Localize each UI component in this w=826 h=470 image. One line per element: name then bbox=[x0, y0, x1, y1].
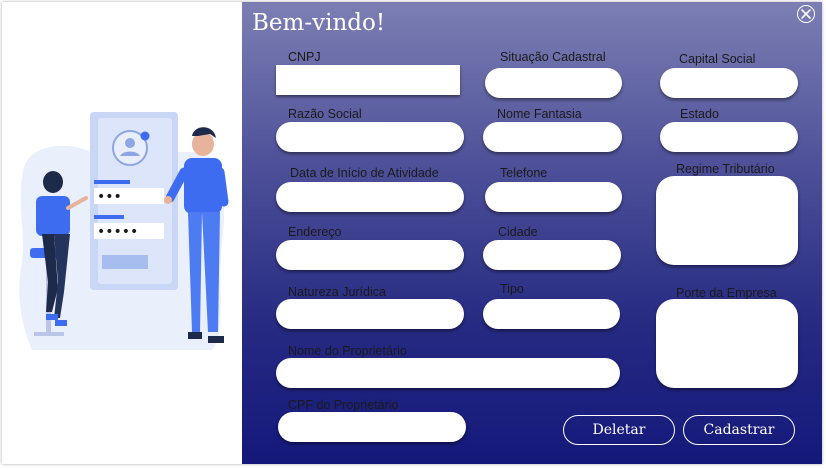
razao-social-label: Razão Social bbox=[288, 107, 362, 121]
estado-label: Estado bbox=[680, 107, 719, 121]
data-inicio-field[interactable] bbox=[276, 182, 464, 212]
cpf-proprietario-field[interactable] bbox=[278, 412, 466, 442]
app-window: ••• ••••• Bem-vindo! CNPJ Razão Social D… bbox=[2, 2, 822, 464]
cnpj-field[interactable] bbox=[276, 65, 460, 95]
telefone-field[interactable] bbox=[485, 182, 622, 212]
password-dots-1: ••• bbox=[97, 189, 122, 205]
endereco-label: Endereço bbox=[288, 225, 342, 239]
endereco-field[interactable] bbox=[276, 240, 464, 270]
estado-field[interactable] bbox=[660, 122, 798, 152]
login-illustration: ••• ••••• bbox=[2, 2, 242, 464]
cpf-proprietario-label: CPF do Proprietário bbox=[288, 398, 399, 412]
page-title: Bem-vindo! bbox=[252, 10, 386, 36]
situacao-cadastral-field[interactable] bbox=[485, 68, 622, 98]
natureza-juridica-label: Natureza Jurídica bbox=[288, 285, 386, 299]
nome-proprietario-field[interactable] bbox=[276, 358, 620, 388]
submit-button[interactable]: Cadastrar bbox=[683, 415, 795, 445]
telefone-label: Telefone bbox=[500, 166, 548, 180]
data-inicio-label: Data de Início de Atividade bbox=[290, 166, 439, 180]
capital-social-label: Capital Social bbox=[679, 52, 756, 66]
people-with-phone-illustration: ••• ••••• bbox=[19, 112, 229, 350]
cidade-field[interactable] bbox=[483, 240, 621, 270]
regime-tributario-field[interactable] bbox=[656, 176, 798, 265]
razao-social-field[interactable] bbox=[276, 122, 464, 152]
regime-tributario-label: Regime Tributário bbox=[676, 162, 775, 176]
cidade-label: Cidade bbox=[498, 225, 538, 239]
porte-empresa-field[interactable] bbox=[656, 299, 798, 388]
situacao-cadastral-label: Situação Cadastral bbox=[500, 50, 606, 64]
tipo-label: Tipo bbox=[500, 282, 524, 296]
nome-fantasia-label: Nome Fantasia bbox=[497, 107, 582, 121]
natureza-juridica-field[interactable] bbox=[276, 299, 464, 329]
nome-fantasia-field[interactable] bbox=[483, 122, 622, 152]
registration-panel: Bem-vindo! CNPJ Razão Social Data de Iní… bbox=[242, 2, 822, 464]
tipo-field[interactable] bbox=[483, 299, 620, 329]
delete-button[interactable]: Deletar bbox=[563, 415, 675, 445]
password-dots-2: ••••• bbox=[97, 224, 138, 240]
capital-social-field[interactable] bbox=[660, 68, 798, 98]
close-icon[interactable] bbox=[797, 5, 815, 23]
porte-empresa-label: Porte da Empresa bbox=[676, 286, 777, 300]
nome-proprietario-label: Nome do Proprietário bbox=[288, 344, 407, 358]
cnpj-label: CNPJ bbox=[288, 50, 321, 64]
